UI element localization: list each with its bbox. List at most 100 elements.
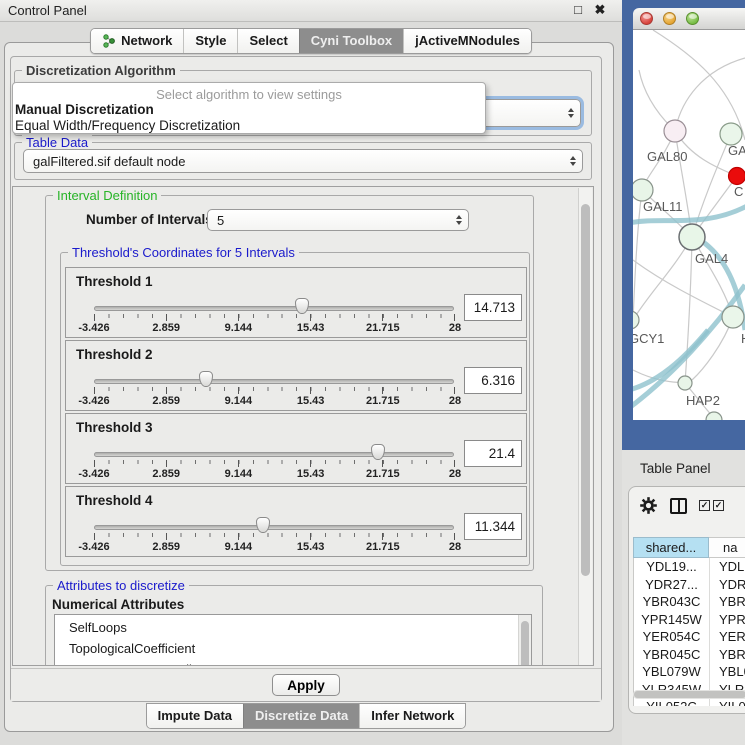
column-header-name[interactable]: na [709,537,745,558]
threshold-2-slider[interactable] [94,379,454,384]
number-of-intervals-combobox[interactable]: 5 [207,209,469,231]
table-row[interactable]: YIL052CYIL0 [634,698,745,706]
network-node[interactable] [679,224,705,250]
network-window-titlebar[interactable] [633,8,745,30]
combo-stepper-icon [568,108,574,118]
numerical-attributes-list[interactable]: SelfLoops TopologicalCoefficient Between… [54,614,532,666]
combo-stepper-icon [456,215,462,225]
interval-definition-group: Interval Definition Number of Intervals … [45,195,534,571]
control-panel-titlebar: Control Panel □ ✖ [0,0,622,22]
control-panel-title: Control Panel [8,3,87,18]
bottom-tabstrip: Impute Data Discretize Data Infer Networ… [0,703,612,729]
list-item[interactable]: SelfLoops [69,617,531,638]
table-row[interactable]: YDR27...YDR2 [634,576,745,594]
table-row[interactable]: YPR145WYPR1 [634,611,745,629]
threshold-3-panel: Threshold 3 -3.426 2.859 9.144 15.43 21.… [65,413,527,484]
tab-impute-data[interactable]: Impute Data [147,704,243,728]
threshold-4-value-field[interactable]: 11.344 [464,513,522,540]
minimize-traffic-light-icon[interactable] [663,12,676,25]
network-node[interactable] [678,376,692,390]
list-item[interactable]: BetweennessCentrality [69,659,531,666]
slider-tick-labels: -3.426 2.859 9.144 15.43 21.715 28 [94,322,455,334]
network-node-label: GAL80 [647,149,687,164]
attributes-group: Attributes to discretize Numerical Attri… [45,585,543,666]
algorithm-popup-hint: Select algorithm to view settings [13,83,485,102]
combo-stepper-icon [570,156,576,166]
network-graph: GAL80GACGAL11GAL4GCY1HHAP2 [633,30,745,420]
tab-discretize-data[interactable]: Discretize Data [243,704,359,728]
threshold-1-value-field[interactable]: 14.713 [464,294,522,321]
interval-definition-label: Interval Definition [53,188,161,203]
table-row[interactable]: YBR043CYBR0 [634,593,745,611]
algorithm-option-equal-width[interactable]: Equal Width/Frequency Discretization [13,118,485,134]
table-panel: ✓ ✓ shared... na YDL19...YDL1 YDR27...YD… [628,486,745,714]
network-node[interactable] [729,168,745,185]
number-of-intervals-label: Number of Intervals [86,212,213,227]
threshold-1-slider-thumb[interactable] [295,298,309,314]
network-node[interactable] [722,306,744,328]
float-window-icon[interactable]: □ [570,2,586,17]
threshold-3-slider[interactable] [94,452,454,457]
settings-viewport: Interval Definition Number of Intervals … [12,186,594,666]
thresholds-group: Threshold's Coordinates for 5 Intervals … [60,252,530,566]
table-row[interactable]: YBR045CYBR0 [634,646,745,664]
threshold-3-value-field[interactable]: 21.4 [464,440,522,467]
table-data-combobox[interactable]: galFiltered.sif default node [23,149,583,173]
tab-style[interactable]: Style [183,29,237,53]
table-panel-title: Table Panel [640,461,711,476]
tab-select[interactable]: Select [237,29,298,53]
tab-jactivemnodules[interactable]: jActiveMNodules [403,29,531,53]
threshold-2-slider-thumb[interactable] [199,371,213,387]
settings-scrollbar[interactable] [578,188,592,666]
apply-strip: Apply [11,668,601,701]
attributes-group-label: Attributes to discretize [53,578,189,593]
zoom-traffic-light-icon[interactable] [686,12,699,25]
network-node[interactable] [633,311,639,329]
apply-button[interactable]: Apply [272,674,340,696]
checkbox-icon[interactable]: ✓ [713,500,724,511]
list-scrollbar[interactable] [518,615,531,666]
threshold-1-panel: Threshold 1 -3.426 2.859 9.144 15.43 21.… [65,267,527,338]
checkbox-icon[interactable]: ✓ [699,500,710,511]
threshold-4-panel: Threshold 4 -3.426 2.859 9.144 15.43 21.… [65,486,527,557]
network-node-label: GCY1 [633,331,664,346]
table-row[interactable]: YER054CYER0 [634,628,745,646]
network-icon [102,34,116,48]
tab-infer-network[interactable]: Infer Network [359,704,465,728]
column-header-shared-name[interactable]: shared... [633,537,709,558]
table-row[interactable]: YBL079WYBL0 [634,663,745,681]
tab-cyni-toolbox[interactable]: Cyni Toolbox [299,29,403,53]
network-node[interactable] [664,120,686,142]
table-toolbar: ✓ ✓ [639,496,724,515]
network-node-label: C [734,184,743,199]
threshold-4-slider-thumb[interactable] [256,517,270,533]
table-panel-section: Table Panel ✓ ✓ shared... na [622,450,745,745]
network-node[interactable] [706,412,722,420]
tab-network[interactable]: Network [91,29,183,53]
table-data-group: Table Data galFiltered.sif default node [14,142,592,180]
gear-icon[interactable] [639,496,658,515]
close-traffic-light-icon[interactable] [640,12,653,25]
numerical-attributes-label: Numerical Attributes [52,597,184,612]
close-icon[interactable]: ✖ [592,2,608,18]
table-data-label: Table Data [22,135,92,150]
table-horizontal-scrollbar[interactable] [633,690,745,699]
network-view-canvas[interactable]: GAL80GACGAL11GAL4GCY1HHAP2 [633,30,745,420]
network-node[interactable] [633,179,653,201]
threshold-1-slider[interactable] [94,306,454,311]
algorithm-option-manual[interactable]: Manual Discretization [13,102,485,118]
thresholds-group-label: Threshold's Coordinates for 5 Intervals [68,245,299,260]
network-node[interactable] [720,123,742,145]
threshold-2-panel: Threshold 2 -3.426 2.859 9.144 15.43 21.… [65,340,527,411]
network-node-label: H [741,331,745,346]
threshold-4-slider[interactable] [94,525,454,530]
network-node-label: GAL4 [695,251,728,266]
threshold-2-value-field[interactable]: 6.316 [464,367,522,394]
table-header-row: shared... na [633,537,745,558]
threshold-3-slider-thumb[interactable] [371,444,385,460]
table-row[interactable]: YDL19...YDL1 [634,558,745,576]
list-item[interactable]: TopologicalCoefficient [69,638,531,659]
node-table: shared... na YDL19...YDL1 YDR27...YDR2 Y… [633,537,745,706]
table-body[interactable]: YDL19...YDL1 YDR27...YDR2 YBR043CYBR0 YP… [633,558,745,706]
split-panel-icon[interactable] [670,498,687,514]
